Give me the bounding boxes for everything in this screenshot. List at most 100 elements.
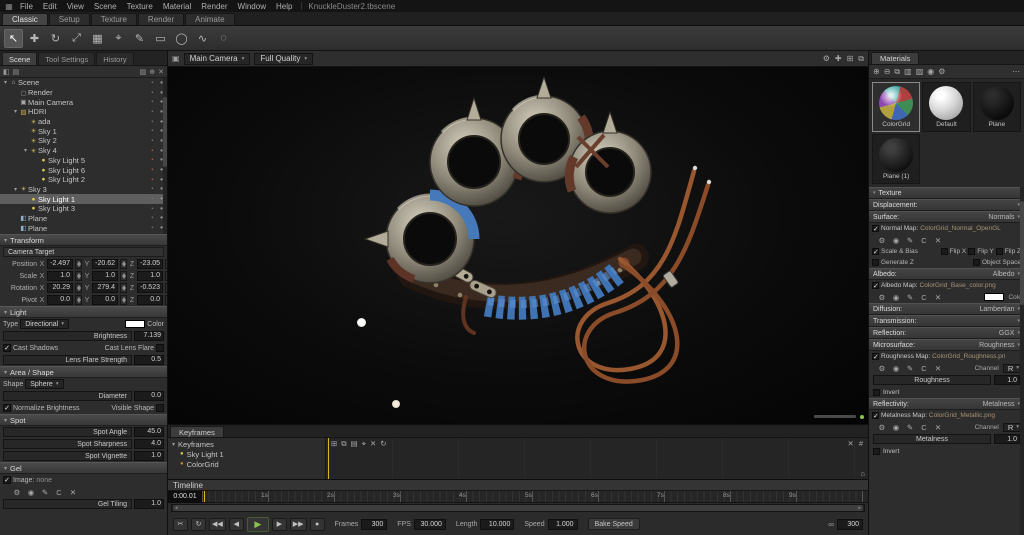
spot-angle-field[interactable]: 45.0 <box>134 427 164 437</box>
material-more-icon[interactable]: ⋯ <box>1012 67 1020 76</box>
frames-input[interactable]: 300 <box>361 518 388 530</box>
transmission-header[interactable]: Transmission: ▾ <box>869 315 1024 327</box>
timeline-scroll-handle[interactable]: ◂ ▸ <box>173 505 863 511</box>
stepper[interactable] <box>120 271 127 281</box>
gear-icon[interactable]: ⚙ <box>877 423 887 432</box>
gear-icon[interactable]: ⚙ <box>12 488 22 497</box>
gear-icon[interactable]: ⚙ <box>877 236 887 245</box>
gel-image-checkbox[interactable]: ✓ <box>3 476 11 484</box>
material-library-icon[interactable]: ▥ <box>904 67 912 76</box>
duplicate-material-icon[interactable]: ⧉ <box>894 67 900 77</box>
delete-key-icon[interactable]: ✕ <box>370 439 376 448</box>
timeline-ruler[interactable]: 1s 2s 3s 4s 5s 6s 7s 8s 9s <box>202 491 868 503</box>
position-y-field[interactable]: -20.62 <box>92 259 118 269</box>
timeline-playhead[interactable] <box>204 491 205 502</box>
tree-item-sky-light-6[interactable]: ● Sky Light 6 ▪ ● <box>0 165 167 175</box>
generate-z-checkbox[interactable] <box>872 259 879 266</box>
delete-object-icon[interactable]: ✕ <box>158 68 164 76</box>
light-type-dropdown[interactable]: Directional ▾ <box>20 319 70 329</box>
lasso-tool[interactable]: ∿ <box>193 29 212 48</box>
jump-end-button[interactable]: ▶▶ <box>289 517 307 531</box>
lock-icon[interactable]: ▪ <box>148 148 157 154</box>
select-tool[interactable]: ↖ <box>4 28 23 48</box>
record-button[interactable]: ● <box>309 517 325 531</box>
flip-y-checkbox[interactable] <box>968 248 976 255</box>
refresh-keys-icon[interactable]: ↻ <box>380 439 386 448</box>
spot-vignette-slider[interactable]: Spot Vignette <box>3 451 132 461</box>
scroll-grip-right[interactable]: ▸ <box>858 505 861 511</box>
metalness-map-checkbox[interactable]: ✓ <box>872 412 879 420</box>
zoom-icon[interactable]: ◉ <box>891 293 901 302</box>
tab-history[interactable]: History <box>96 52 134 65</box>
displacement-header[interactable]: Displacement: ▾ <box>869 199 1024 211</box>
menu-view[interactable]: View <box>62 2 89 11</box>
tree-item-sky-4[interactable]: ▾ ☀ Sky 4 ▪ ● <box>0 146 167 156</box>
fps-input[interactable]: 30.000 <box>413 518 446 530</box>
link-icon[interactable]: ∞ <box>828 520 834 529</box>
metalness-value[interactable]: 1.0 <box>994 434 1020 444</box>
diameter-field[interactable]: 0.0 <box>134 391 164 401</box>
normalize-brightness-checkbox[interactable]: ✓ <box>3 404 11 412</box>
properties-scrollbar[interactable] <box>1020 187 1024 535</box>
step-forward-button[interactable]: ▶ <box>271 517 287 531</box>
tab-classic[interactable]: Classic <box>2 13 48 25</box>
material-settings-icon[interactable]: ⚙ <box>938 67 945 76</box>
reflectivity-header[interactable]: Reflectivity: Metalness ▾ <box>869 398 1024 410</box>
viewport-3d[interactable] <box>168 67 868 424</box>
tab-setup[interactable]: Setup <box>48 13 90 25</box>
lock-icon[interactable]: ▪ <box>148 225 157 231</box>
caret-icon[interactable]: ▾ <box>22 147 29 154</box>
cut-button[interactable]: ✂ <box>173 517 188 531</box>
tree-item-hdri[interactable]: ▾ ▨ HDRI ▪ ● <box>0 107 167 117</box>
spot-section-header[interactable]: ▾ Spot <box>0 414 167 426</box>
normal-map-checkbox[interactable]: ✓ <box>872 225 879 233</box>
light-widget-1[interactable] <box>357 318 366 327</box>
tab-materials[interactable]: Materials <box>871 52 920 64</box>
tree-item-scene[interactable]: ▾ ⌂ Scene ▪ ● <box>0 78 167 88</box>
stepper[interactable] <box>75 259 82 269</box>
caret-icon[interactable]: ▾ <box>172 441 175 448</box>
shape-dropdown[interactable]: Sphere ▾ <box>25 379 64 389</box>
new-material-icon[interactable]: ⊕ <box>873 67 880 76</box>
menu-edit[interactable]: Edit <box>38 2 62 11</box>
scale-z-field[interactable]: 1.0 <box>137 271 163 281</box>
zoom-icon[interactable]: ◉ <box>891 364 901 373</box>
transform-section-header[interactable]: ▾ Transform <box>0 234 167 246</box>
keyframes-playhead[interactable] <box>328 438 329 479</box>
cast-shadows-checkbox[interactable]: ✓ <box>3 344 11 352</box>
remove-button[interactable]: ✕ <box>933 293 943 302</box>
albedo-map-value[interactable]: ColorGrid_Base_color.png <box>920 282 1022 289</box>
gear-icon[interactable]: ⚙ <box>877 364 887 373</box>
camera-dropdown[interactable]: Main Camera ▾ <box>183 52 251 65</box>
caret-icon[interactable]: ▾ <box>12 186 19 193</box>
brightness-field[interactable]: 7.139 <box>134 331 164 341</box>
lock-icon[interactable]: ▪ <box>148 196 157 202</box>
tree-item-sky-light-2[interactable]: ● Sky Light 2 ▪ ● <box>0 175 167 185</box>
loop-button[interactable]: ↻ <box>191 517 206 531</box>
stepper[interactable] <box>120 259 127 269</box>
add-key-icon[interactable]: ⊞ <box>331 439 337 448</box>
edit-icon[interactable]: ✎ <box>905 423 915 432</box>
light-widget-2[interactable] <box>392 400 400 408</box>
reflection-header[interactable]: Reflection: GGX ▾ <box>869 327 1024 339</box>
frame-number-toggle-icon[interactable]: # <box>859 439 863 448</box>
albedo-header[interactable]: Albedo: Albedo ▾ <box>869 268 1024 280</box>
app-icon[interactable]: ▦ <box>3 2 15 11</box>
tree-item-sky-light-1[interactable]: ● Sky Light 1 ▪ ● <box>0 194 167 204</box>
scale-bias-checkbox[interactable]: ✓ <box>872 248 879 256</box>
edit-icon[interactable]: ✎ <box>905 293 915 302</box>
position-z-field[interactable]: -23.05 <box>137 259 163 269</box>
position-x-field[interactable]: -2.497 <box>47 259 73 269</box>
material-folder-icon[interactable]: ▨ <box>916 67 924 76</box>
texture-section-header[interactable]: ▾ Texture <box>869 187 1024 199</box>
gear-icon[interactable]: ⚙ <box>877 293 887 302</box>
tab-tool-settings[interactable]: Tool Settings <box>38 52 96 65</box>
scroll-grip-left[interactable]: ◂ <box>175 505 178 511</box>
remove-button[interactable]: ✕ <box>933 364 943 373</box>
delete-material-icon[interactable]: ⊖ <box>884 67 891 76</box>
microsurface-header[interactable]: Microsurface: Roughness ▾ <box>869 339 1024 351</box>
clear-keys-icon[interactable]: ✕ <box>848 439 854 448</box>
roughness-map-checkbox[interactable]: ✓ <box>872 353 879 361</box>
gel-tiling-field[interactable]: 1.0 <box>134 499 164 509</box>
material-search-icon[interactable]: ◉ <box>927 67 934 76</box>
